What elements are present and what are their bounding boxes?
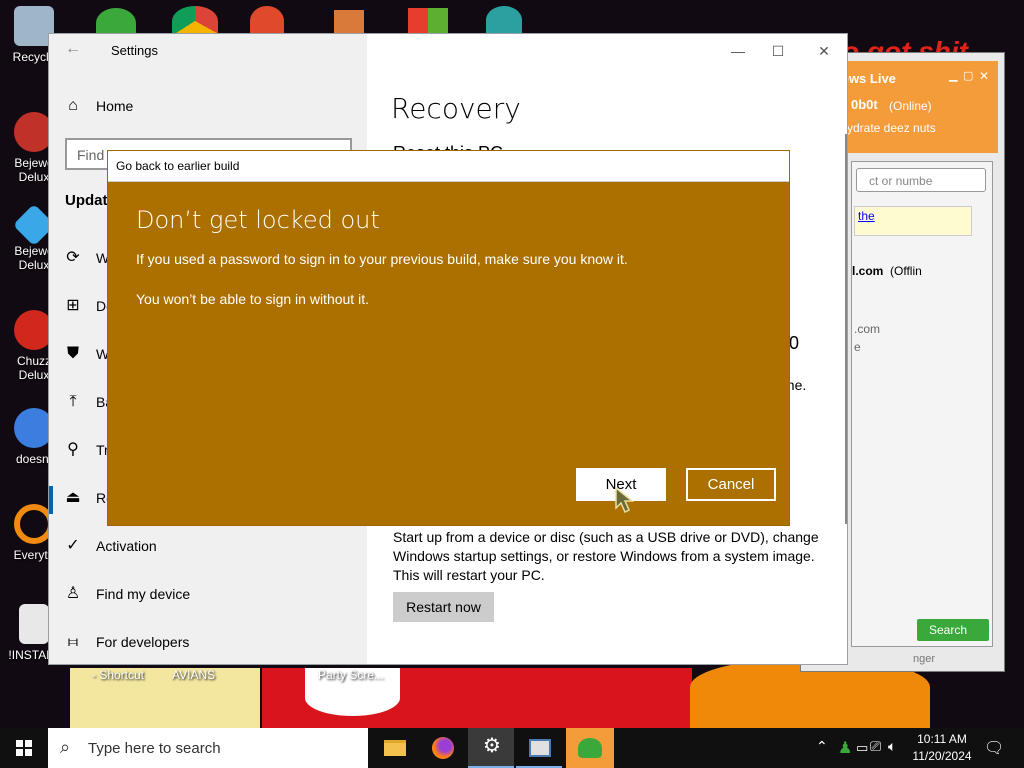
messenger-maximize-icon[interactable]: ▢ bbox=[963, 69, 973, 82]
clock-time: 10:11 AM bbox=[917, 732, 967, 746]
cancel-button[interactable]: Cancel bbox=[686, 468, 776, 501]
messenger-contact-2[interactable]: .com bbox=[854, 322, 880, 336]
desktop-label-shortcut[interactable]: - Shortcut bbox=[92, 668, 144, 682]
cursor-icon bbox=[615, 486, 635, 514]
dialog-titlebar[interactable]: Go back to earlier build bbox=[108, 151, 789, 182]
messenger-tray-icon[interactable]: ♟ bbox=[838, 738, 852, 768]
messenger-contact-3[interactable]: e bbox=[854, 340, 861, 354]
messenger-icon[interactable] bbox=[566, 728, 614, 768]
notification-icon[interactable]: 🗨︎ bbox=[984, 738, 1004, 768]
messenger-footer: nger bbox=[913, 653, 936, 665]
settings-titlebar[interactable]: ← Settings — ☐ ✕ bbox=[49, 34, 847, 66]
back-arrow-icon[interactable]: ← bbox=[65, 40, 81, 58]
chrome-desktop-icon[interactable] bbox=[172, 6, 218, 36]
firefox-icon[interactable] bbox=[420, 728, 466, 768]
backup-arrow-icon: ⤒ bbox=[69, 393, 77, 410]
sidebar-item-find-my-device[interactable]: ♙ Find my device bbox=[49, 574, 367, 614]
desktop-label-party[interactable]: Party Scre... bbox=[318, 668, 384, 682]
maximize-icon[interactable]: ☐ bbox=[755, 38, 801, 64]
activation-check-icon: ✓ bbox=[66, 537, 80, 554]
device-tray-icon[interactable]: ▭ bbox=[856, 740, 868, 768]
character-desktop-icon[interactable] bbox=[486, 6, 522, 34]
dialog-line-2: You won’t be able to sign in without it. bbox=[136, 291, 369, 307]
desktop-label-avians[interactable]: AVIANS bbox=[172, 668, 215, 682]
messenger-username: 0b0t bbox=[851, 97, 878, 112]
windows-logo-desktop-icon[interactable] bbox=[408, 8, 448, 34]
chevron-up-icon[interactable]: ⌃ bbox=[816, 738, 828, 768]
dialog-heading: Don’t get locked out bbox=[136, 206, 380, 234]
wrench-icon: ⚲ bbox=[67, 441, 79, 458]
sidebar-item-for-developers[interactable]: ⧦ For developers bbox=[49, 622, 367, 662]
shield-icon: ⛊ bbox=[66, 345, 79, 362]
network-icon[interactable]: ⎚ bbox=[870, 738, 881, 768]
taskbar-search-box[interactable]: ⌕ Type here to search bbox=[48, 728, 368, 768]
dialog-line-1: If you used a password to sign in to you… bbox=[136, 251, 628, 267]
refresh-icon: ⟳ bbox=[66, 249, 80, 266]
sidebar-item-activation[interactable]: ✓ Activation bbox=[49, 526, 367, 566]
messenger-minimize-icon[interactable]: ▁ bbox=[949, 69, 957, 82]
settings-gear-icon[interactable]: ⚙ bbox=[468, 728, 514, 768]
taskbar: ⌕ Type here to search ⚙ ⌃ ♟ ▭ ⎚ 🔈︎ 10:11… bbox=[0, 728, 1024, 768]
main-scrollbar[interactable] bbox=[845, 134, 847, 524]
home-icon: ⌂ bbox=[68, 97, 78, 114]
messenger-contact[interactable]: l.com bbox=[852, 264, 883, 278]
search-icon: ⌕ bbox=[60, 737, 71, 757]
page-title: Recovery bbox=[391, 92, 521, 125]
messenger-search-input[interactable]: ct or numbe bbox=[856, 168, 986, 192]
sidebar-item-home[interactable]: ⌂ Home bbox=[49, 86, 367, 126]
person-locate-icon: ♙ bbox=[65, 585, 81, 602]
close-icon[interactable]: ✕ bbox=[801, 38, 847, 64]
volume-icon[interactable]: 🔈︎ bbox=[888, 738, 896, 768]
file-explorer-icon[interactable] bbox=[372, 728, 418, 768]
advanced-startup-description: Start up from a device or disc (such as … bbox=[393, 529, 819, 583]
messenger-ad-link[interactable]: the bbox=[854, 206, 972, 236]
delivery-icon: ⊞ bbox=[66, 297, 80, 314]
messenger-personal-message[interactable]: ydrate deez nuts bbox=[847, 121, 936, 135]
clock-date: 11/20/2024 bbox=[912, 749, 972, 763]
recovery-icon: ⏏ bbox=[65, 489, 81, 506]
developer-sliders-icon: ⧦ bbox=[68, 633, 78, 650]
dialog-title: Go back to earlier build bbox=[116, 159, 240, 173]
go-back-dialog[interactable]: Go back to earlier build Don’t get locke… bbox=[107, 150, 790, 526]
restart-now-button[interactable]: Restart now bbox=[393, 592, 494, 622]
messenger-status[interactable]: (Online) bbox=[889, 99, 932, 113]
messenger-title: ows Live bbox=[841, 71, 896, 86]
messenger-close-icon[interactable]: ✕ bbox=[979, 69, 989, 83]
messenger-contact-pane: ct or numbe the l.com (Offlin .com e bbox=[851, 161, 993, 647]
document-icon bbox=[19, 604, 49, 644]
messenger-contact-status: (Offlin bbox=[890, 264, 922, 278]
window-app-icon[interactable] bbox=[516, 728, 562, 768]
messenger-search-button[interactable]: Search bbox=[917, 619, 989, 641]
app-desktop-icon[interactable] bbox=[334, 10, 364, 34]
settings-window-title: Settings bbox=[111, 43, 158, 58]
taskbar-clock[interactable]: 10:11 AM 11/20/2024 bbox=[904, 731, 980, 765]
start-button[interactable] bbox=[0, 728, 48, 768]
paint-desktop-icon[interactable] bbox=[250, 6, 284, 36]
windows-start-icon bbox=[16, 740, 32, 756]
